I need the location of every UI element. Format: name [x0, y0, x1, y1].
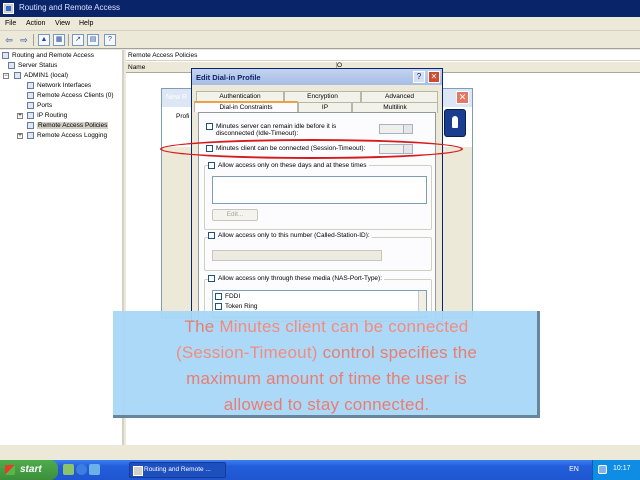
wizard-title: New R [166, 94, 188, 101]
window-titlebar[interactable]: Routing and Remote Access [0, 0, 640, 17]
wizard-policy-icon [444, 109, 466, 137]
server-icon [14, 72, 21, 79]
pane-header: Remote Access Policies [126, 50, 640, 61]
dialog-title: Edit Dial-in Profile [196, 73, 261, 82]
idle-timeout-option[interactable]: Minutes server can remain idle before it… [206, 123, 376, 137]
nas-port-type-option[interactable]: Allow access only through these media (N… [208, 275, 385, 282]
language-indicator[interactable]: EN [562, 464, 586, 476]
media-player-icon[interactable] [89, 464, 100, 475]
rras-app-icon[interactable] [3, 3, 14, 14]
days-times-option[interactable]: Allow access only on these days and at t… [208, 162, 369, 169]
taskbar-button-rras[interactable]: Routing and Remote ... [129, 462, 226, 478]
network-interfaces-icon [27, 82, 34, 89]
nas-port-type-checkbox[interactable] [208, 275, 215, 282]
toolbar-separator [68, 34, 69, 46]
export-list-icon[interactable]: ↗ [72, 34, 84, 46]
tab-advanced[interactable]: Advanced [361, 91, 438, 102]
station-id-field[interactable] [212, 250, 382, 261]
tree-item-remote-access-logging[interactable]: Remote Access Logging [27, 132, 107, 139]
window-title: Routing and Remote Access [19, 3, 120, 12]
session-timeout-option[interactable]: Minutes client can be connected (Session… [206, 145, 365, 152]
properties-icon[interactable]: ▤ [87, 34, 99, 46]
tree-item-remote-access-clients[interactable]: Remote Access Clients (0) [27, 92, 114, 99]
taskbar: start Routing and Remote ... EN 10:17 [0, 460, 640, 480]
media-token-ring-checkbox[interactable] [215, 303, 222, 310]
rras-icon [2, 52, 9, 59]
up-folder-icon[interactable]: ▲ [38, 34, 50, 46]
menu-bar: File Action View Help [0, 17, 640, 31]
system-tray: 10:17 [592, 460, 640, 480]
wizard-close-icon[interactable]: ✕ [456, 91, 469, 104]
show-desktop-icon[interactable] [63, 464, 74, 475]
edit-dial-in-profile-dialog: Edit Dial-in Profile ? ✕ Authentication … [191, 68, 443, 322]
clients-icon [27, 92, 34, 99]
idle-timeout-label: Minutes server can remain idle before it… [216, 123, 337, 137]
forward-icon[interactable]: ⇨ [18, 34, 30, 46]
station-id-checkbox[interactable] [208, 232, 215, 239]
tree-item-server-status[interactable]: Server Status [8, 62, 57, 69]
tree-item-ports[interactable]: Ports [27, 102, 52, 109]
menu-help[interactable]: Help [79, 20, 93, 27]
menu-action[interactable]: Action [26, 20, 45, 27]
menu-file[interactable]: File [5, 20, 16, 27]
start-button[interactable]: start [0, 460, 58, 480]
ip-routing-icon [27, 112, 34, 119]
list-item[interactable]: Token Ring [215, 303, 258, 310]
console-tree[interactable]: Routing and Remote Access Server Status … [0, 50, 124, 445]
days-times-label: Allow access only on these days and at t… [218, 162, 367, 169]
help-question-icon[interactable]: ? [413, 71, 425, 83]
wizard-heading: Profi [176, 113, 190, 120]
policies-icon [27, 122, 34, 129]
toolbar: ⇦ ⇨ ▲ ▦ ↗ ▤ ? [0, 32, 640, 49]
media-fddi-checkbox[interactable] [215, 293, 222, 300]
expand-icon[interactable]: + [17, 113, 23, 119]
tree-item-admin1[interactable]: ADMIN1 (local) [14, 72, 68, 79]
nas-port-type-label: Allow access only through these media (N… [218, 275, 383, 282]
edit-times-button[interactable]: Edit... [212, 209, 258, 221]
idle-timeout-checkbox[interactable] [206, 123, 213, 130]
logging-icon [27, 132, 34, 139]
days-times-checkbox[interactable] [208, 162, 215, 169]
tree-item-network-interfaces[interactable]: Network Interfaces [27, 82, 91, 89]
list-item[interactable]: FDDI [215, 293, 240, 300]
server-status-icon [8, 62, 15, 69]
dialog-titlebar[interactable]: Edit Dial-in Profile [192, 69, 442, 85]
menu-view[interactable]: View [55, 20, 70, 27]
toolbar-separator [33, 34, 34, 46]
back-icon[interactable]: ⇦ [3, 34, 15, 46]
ports-icon [27, 102, 34, 109]
collapse-icon[interactable]: − [3, 73, 9, 79]
internet-explorer-icon[interactable] [76, 464, 87, 475]
tree-item-ip-routing[interactable]: IP Routing [27, 112, 67, 119]
help-icon[interactable]: ? [104, 34, 116, 46]
idle-timeout-spinner[interactable] [379, 124, 413, 134]
callout-text: The Minutes client can be connected (Ses… [175, 317, 478, 414]
session-timeout-spinner[interactable] [379, 144, 413, 154]
dialog-close-icon[interactable]: ✕ [428, 71, 440, 83]
tree-item-remote-access-policies[interactable]: Remote Access Policies [27, 122, 109, 129]
station-id-option[interactable]: Allow access only to this number (Called… [208, 232, 372, 239]
station-id-label: Allow access only to this number (Called… [218, 232, 370, 239]
days-times-list[interactable] [212, 176, 427, 204]
expand-icon[interactable]: + [17, 133, 23, 139]
clock[interactable]: 10:17 [613, 465, 631, 472]
tab-dial-in-constraints[interactable]: Dial-in Constraints [194, 101, 298, 112]
tutorial-callout: The Minutes client can be connected (Ses… [113, 311, 540, 418]
dial-in-constraints-panel: Minutes server can remain idle before it… [198, 112, 436, 322]
tree-item-rras[interactable]: Routing and Remote Access [2, 52, 94, 59]
column-header-name[interactable]: Name [128, 64, 145, 71]
session-timeout-checkbox[interactable] [206, 145, 213, 152]
network-tray-icon[interactable] [598, 465, 607, 474]
show-hide-tree-icon[interactable]: ▦ [53, 34, 65, 46]
session-timeout-label: Minutes client can be connected (Session… [216, 145, 366, 152]
